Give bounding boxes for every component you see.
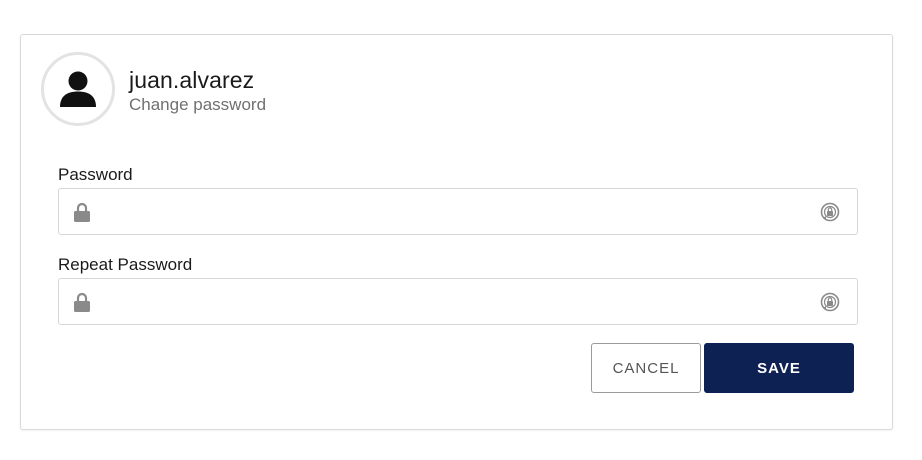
save-button[interactable]: SAVE bbox=[704, 343, 854, 393]
user-header: juan.alvarez Change password bbox=[129, 67, 266, 116]
password-input[interactable] bbox=[103, 189, 803, 234]
repeat-password-input[interactable] bbox=[103, 279, 803, 324]
repeat-password-field[interactable] bbox=[58, 278, 858, 325]
avatar bbox=[41, 52, 115, 126]
password-label: Password bbox=[58, 165, 133, 184]
password-field[interactable] bbox=[58, 188, 858, 235]
lock-icon bbox=[74, 292, 90, 312]
page-subtitle: Change password bbox=[129, 95, 267, 114]
reveal-password-icon[interactable] bbox=[819, 201, 841, 223]
cancel-button[interactable]: CANCEL bbox=[591, 343, 701, 393]
username: juan.alvarez bbox=[129, 67, 255, 93]
lock-icon bbox=[74, 202, 90, 222]
repeat-password-label: Repeat Password bbox=[58, 255, 193, 274]
change-password-card: juan.alvarez Change password Password Re… bbox=[20, 34, 893, 430]
reveal-password-icon[interactable] bbox=[819, 291, 841, 313]
user-silhouette-icon bbox=[60, 71, 96, 107]
